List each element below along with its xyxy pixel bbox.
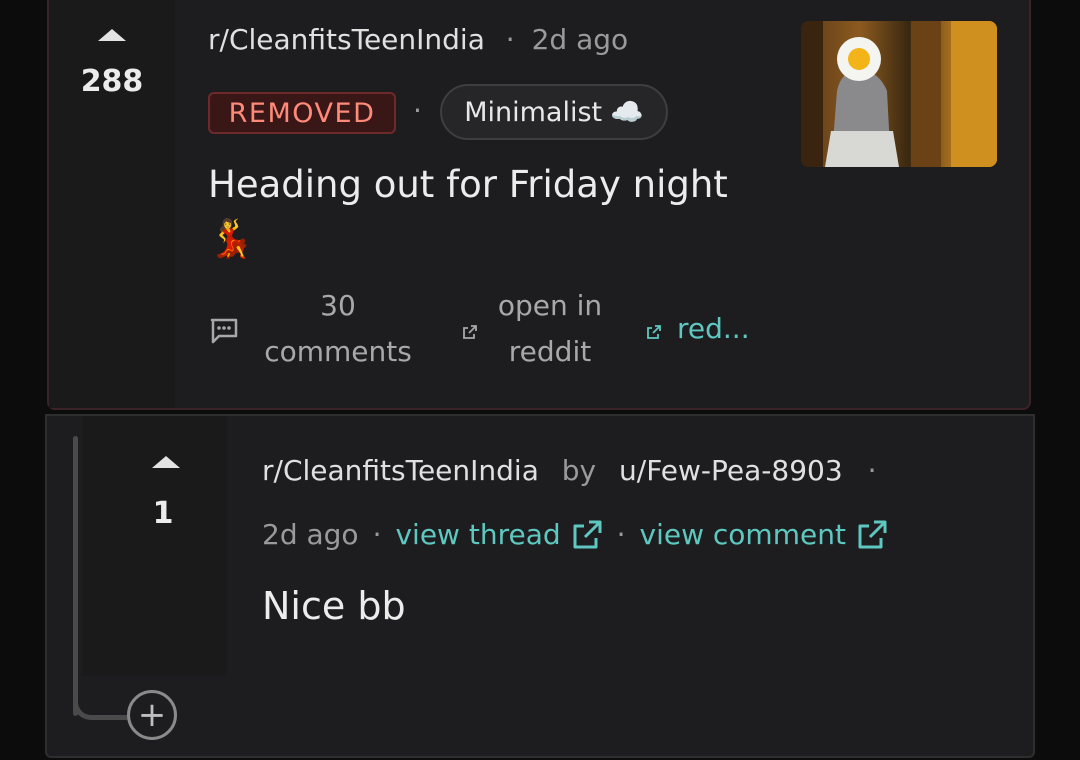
thread-connector: [73, 672, 133, 720]
flair-label: Minimalist: [464, 96, 603, 128]
comment-icon: [210, 318, 238, 344]
by-label: by: [561, 454, 597, 487]
comment-meta: r/CleanfitsTeenIndia by u/Few-Pea-8903 ·: [262, 454, 876, 487]
user-link[interactable]: u/Few-Pea-8903: [619, 454, 843, 487]
view-comment-label: view comment: [639, 518, 846, 551]
post-title[interactable]: Heading out for Friday night 💃: [208, 158, 728, 266]
open-in-reddit-label: open in reddit: [497, 289, 603, 368]
comment-links: 2d ago · view thread · view comment: [262, 518, 888, 551]
external-link-icon: [858, 520, 887, 548]
post-time: 2d ago: [531, 23, 629, 56]
post-vote-column: 288: [49, 0, 175, 408]
view-thread-link[interactable]: view thread: [395, 518, 602, 551]
cloud-icon: ☁️: [610, 97, 644, 128]
comment-time: 2d ago: [262, 518, 359, 551]
subreddit-link[interactable]: r/CleanfitsTeenIndia: [208, 23, 485, 56]
expand-thread-button[interactable]: +: [127, 690, 177, 740]
view-thread-label: view thread: [395, 518, 561, 551]
post-score: 288: [80, 64, 144, 99]
separator: ·: [505, 23, 515, 56]
upvote-icon[interactable]: [152, 456, 180, 468]
comments-count: 30 comments: [264, 289, 412, 368]
external-link-icon: [573, 520, 602, 548]
external-link-icon: [647, 325, 661, 339]
comment-card[interactable]: 1 + r/CleanfitsTeenIndia by u/Few-Pea-89…: [45, 414, 1035, 758]
flair-badge[interactable]: Minimalist ☁️: [440, 84, 668, 140]
external-link-icon: [463, 325, 477, 339]
removed-badge: REMOVED: [208, 92, 396, 134]
post-meta: r/CleanfitsTeenIndia · 2d ago: [208, 23, 628, 56]
comment-score: 1: [152, 496, 174, 531]
comment-body: Nice bb: [262, 584, 406, 628]
separator: ·: [867, 454, 877, 487]
subreddit-link[interactable]: r/CleanfitsTeenIndia: [262, 454, 539, 487]
separator: ·: [413, 94, 422, 127]
post-thumbnail[interactable]: [801, 21, 997, 167]
view-comment-link[interactable]: view comment: [640, 518, 888, 551]
separator: ·: [616, 518, 626, 551]
separator: ·: [372, 518, 382, 551]
reddit-link-label: red...: [677, 312, 750, 345]
comment-vote-column: 1: [83, 416, 227, 676]
upvote-icon[interactable]: [98, 29, 126, 41]
post-card[interactable]: 288 r/CleanfitsTeenIndia · 2d ago REMOVE…: [47, 0, 1031, 410]
